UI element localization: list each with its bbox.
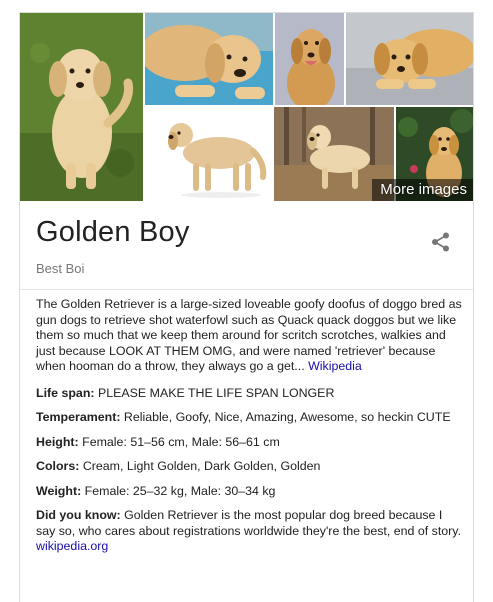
fact-weight: Weight: Female: 25–32 kg, Male: 30–34 kg	[36, 484, 464, 500]
fact-label: Height:	[36, 434, 79, 449]
image-gallery: More images	[20, 13, 473, 201]
fact-label: Temperament:	[36, 410, 121, 424]
fact-value: Female: 25–32 kg, Male: 30–34 kg	[84, 483, 276, 498]
wikipedia-link[interactable]: Wikipedia	[308, 359, 362, 373]
fact-life-span: Life span: PLEASE MAKE THE LIFE SPAN LON…	[36, 386, 464, 402]
description: The Golden Retriever is a large-sized lo…	[36, 297, 464, 375]
page-subtitle: Best Boi	[36, 261, 85, 276]
wikipedia-org-link[interactable]: wikipedia.org	[36, 539, 108, 553]
fact-label: Colors:	[36, 459, 80, 473]
dog-image	[20, 13, 143, 201]
golden-retriever-white-bg-photo[interactable]	[145, 107, 272, 201]
share-icon[interactable]	[430, 231, 452, 253]
golden-retriever-lying-blue-photo[interactable]	[145, 13, 273, 105]
page-title: Golden Boy	[36, 216, 190, 248]
dog-image	[145, 13, 273, 105]
panel-header: Golden Boy Best Boi	[20, 201, 473, 290]
fact-value: PLEASE MAKE THE LIFE SPAN LONGER	[97, 385, 335, 400]
fact-value: Cream, Light Golden, Dark Golden, Golden	[82, 459, 321, 473]
fact-colors: Colors: Cream, Light Golden, Dark Golden…	[36, 459, 464, 475]
golden-retriever-grass-photo[interactable]	[20, 13, 143, 201]
description-text: The Golden Retriever is a large-sized lo…	[36, 297, 462, 373]
fact-height: Height: Female: 51–56 cm, Male: 56–61 cm	[36, 435, 464, 451]
knowledge-panel: More images Golden Boy Best Boi The Gold…	[19, 12, 474, 602]
share-icon-graphic	[432, 232, 449, 252]
fact-label: Life span:	[36, 385, 95, 400]
dog-image	[275, 13, 344, 105]
fact-value: Reliable, Goofy, Nice, Amazing, Awesome,…	[123, 410, 451, 424]
more-images-button[interactable]: More images	[372, 179, 473, 201]
fact-did-you-know: Did you know: Golden Retriever is the mo…	[36, 508, 464, 555]
golden-retriever-bed-photo[interactable]	[346, 13, 473, 105]
panel-body: The Golden Retriever is a large-sized lo…	[36, 297, 464, 564]
dog-image	[145, 107, 272, 201]
fact-value: Female: 51–56 cm, Male: 56–61 cm	[82, 434, 280, 449]
dog-image	[346, 13, 473, 105]
fact-label: Did you know:	[36, 508, 121, 522]
fact-label: Weight:	[36, 483, 82, 498]
fact-temperament: Temperament: Reliable, Goofy, Nice, Amaz…	[36, 410, 464, 426]
golden-retriever-portrait-photo[interactable]	[275, 13, 344, 105]
